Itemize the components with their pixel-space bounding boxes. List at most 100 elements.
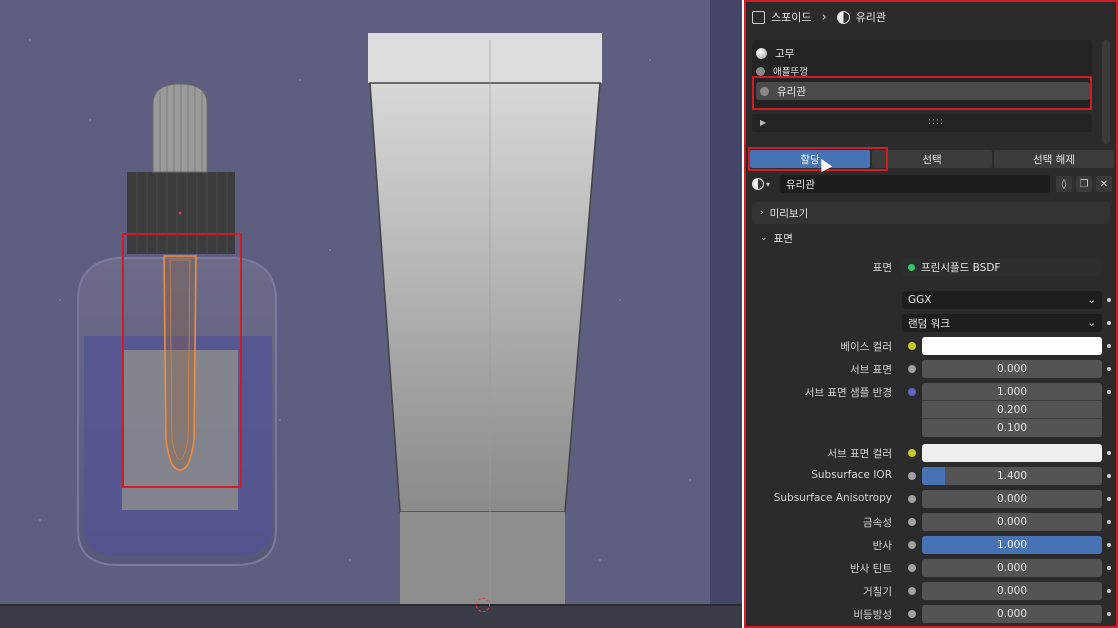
keyframe-dot-icon[interactable] [1107,566,1111,570]
field-value: 1.000 [996,385,1028,398]
fake-user-shield-icon[interactable]: ◊ [1056,176,1072,192]
keyframe-dot-icon[interactable] [1107,367,1111,371]
specular-slider[interactable]: 1.000 [922,536,1102,554]
browse-material-button[interactable]: ▾ [752,176,774,192]
breadcrumb-material[interactable]: 유리관 [856,9,886,25]
color-socket-icon[interactable] [908,342,916,350]
material-actions: ◊ ❐ ✕ [1056,176,1112,192]
keyframe-dot-icon[interactable] [1107,344,1111,348]
keyframe-dot-icon[interactable] [1107,543,1111,547]
prop-label: 반사 [872,540,892,552]
field-value: 0.100 [996,422,1028,434]
section-preview-label: 미리보기 [769,207,809,220]
metallic-field[interactable]: 0.000 [922,513,1102,531]
keyframe-dot-icon[interactable] [1107,298,1111,302]
distribution-dropdown[interactable]: GGX ⌄ [902,291,1102,309]
prop-subsurface-radius: 서브 표면 샘플 반경 1.000 [752,383,1114,401]
slot-list-footer[interactable]: ▶ :::: [752,114,1092,132]
anisotropic-field[interactable]: 0.000 [922,605,1102,623]
annotation-highlight-slot [752,76,1092,110]
base-color-swatch[interactable] [922,337,1102,355]
field-value: 0.000 [996,585,1028,597]
prop-specular-tint: 반사 틴트 0.000 [752,559,1114,577]
value-socket-icon[interactable] [908,587,916,595]
vector-socket-icon[interactable] [908,388,916,396]
subsurface-field[interactable]: 0.000 [922,360,1102,378]
deselect-button[interactable]: 선택 해제 [994,150,1114,168]
prop-subsurface: 서브 표면 0.000 [752,360,1114,378]
prop-anisotropic: 비등방성 0.000 [752,605,1114,623]
field-value: 1.400 [996,470,1028,482]
tube-cap [368,33,602,83]
keyframe-dot-icon[interactable] [1107,589,1111,593]
prop-subsurface-ior: Subsurface IOR 1.400 [752,467,1114,485]
roughness-field[interactable]: 0.000 [922,582,1102,600]
specular-tint-field[interactable]: 0.000 [922,559,1102,577]
resize-grip-icon[interactable]: :::: [928,117,944,127]
value-socket-icon[interactable] [908,518,916,526]
keyframe-dot-icon[interactable] [1107,474,1111,478]
color-socket-icon[interactable] [908,449,916,457]
keyframe-dot-icon[interactable] [1107,390,1111,394]
value-socket-icon[interactable] [908,472,916,480]
duplicate-icon[interactable]: ❐ [1076,176,1092,192]
value-socket-icon[interactable] [908,564,916,572]
value-socket-icon[interactable] [908,365,916,373]
chevron-right-icon: › [821,9,827,25]
subsurface-color-swatch[interactable] [922,444,1102,462]
keyframe-dot-icon[interactable] [1107,520,1111,524]
subsurface-method-dropdown[interactable]: 랜덤 워크 ⌄ [902,314,1102,332]
dropper-bulb [152,83,208,173]
keyframe-dot-icon[interactable] [1107,451,1111,455]
subsurface-radius-x[interactable]: 1.000 [922,383,1102,401]
prop-surface: 표면 프린시플드 BSDF [752,258,1114,276]
field-value: 0.000 [996,562,1028,574]
section-preview[interactable]: › 미리보기 [752,202,1110,224]
close-icon[interactable]: ✕ [1096,176,1112,192]
subsurface-ior-slider[interactable]: 1.400 [922,467,1102,485]
prop-specular: 반사 1.000 [752,536,1114,554]
properties-panel: 스포이드 › 유리관 고무 애플뚜껑 유리관 ▶ :::: 할당 선택 선택 해… [744,0,1118,628]
keyframe-dot-icon[interactable] [1107,321,1111,325]
prop-label: 비등방성 [853,609,892,621]
prop-subsurface-color: 서브 표면 컬러 [752,444,1114,462]
breadcrumb-object[interactable]: 스포이드 [771,9,811,25]
section-surface[interactable]: ⌄ 표면 [752,227,1110,249]
material-name-field[interactable]: 유리관 [780,175,1050,193]
prop-label: 거칠기 [863,586,892,598]
select-button[interactable]: 선택 [872,150,992,168]
slot-label: 고무 [775,47,795,60]
subsurface-method-value: 랜덤 워크 [908,317,950,330]
keyframe-dot-icon[interactable] [1107,612,1111,616]
prop-subsurface-anisotropy: Subsurface Anisotropy 0.000 [752,490,1114,508]
prop-subsurface-method: 랜덤 워크 ⌄ [752,314,1114,332]
chevron-down-icon: ⌄ [760,233,768,243]
slot-list-scrollbar[interactable] [1102,40,1110,144]
prop-subsurface-radius-y: 0.200 [752,401,1114,419]
subsurface-anisotropy-field[interactable]: 0.000 [922,490,1102,508]
field-value: 1.000 [996,539,1028,551]
prop-distribution: GGX ⌄ [752,291,1114,309]
material-slot[interactable]: 고무 [756,44,794,62]
prop-label: 서브 표면 [850,364,892,376]
viewport-scene [0,0,742,604]
3d-cursor-icon[interactable] [476,598,490,612]
breadcrumb: 스포이드 › 유리관 [752,8,886,26]
surface-shader-field[interactable]: 프린시플드 BSDF [902,258,1102,276]
prop-base-color: 베이스 컬러 [752,337,1114,355]
distribution-value: GGX [908,294,932,306]
keyframe-dot-icon[interactable] [1107,497,1111,501]
3d-viewport[interactable] [0,0,742,628]
subsurface-radius-z[interactable]: 0.100 [922,419,1102,437]
prop-label: 서브 표면 샘플 반경 [804,387,892,399]
subsurface-radius-y[interactable]: 0.200 [922,401,1102,419]
field-value: 0.000 [996,493,1028,505]
material-selector: ▾ 유리관 ◊ ❐ ✕ [752,174,1112,194]
value-socket-icon[interactable] [908,495,916,503]
value-socket-icon[interactable] [908,541,916,549]
value-socket-icon[interactable] [908,610,916,618]
tube-body [369,82,601,513]
chevron-down-icon: ▾ [766,179,771,189]
material-sphere-icon [752,178,764,190]
expand-triangle-icon[interactable]: ▶ [760,118,766,127]
